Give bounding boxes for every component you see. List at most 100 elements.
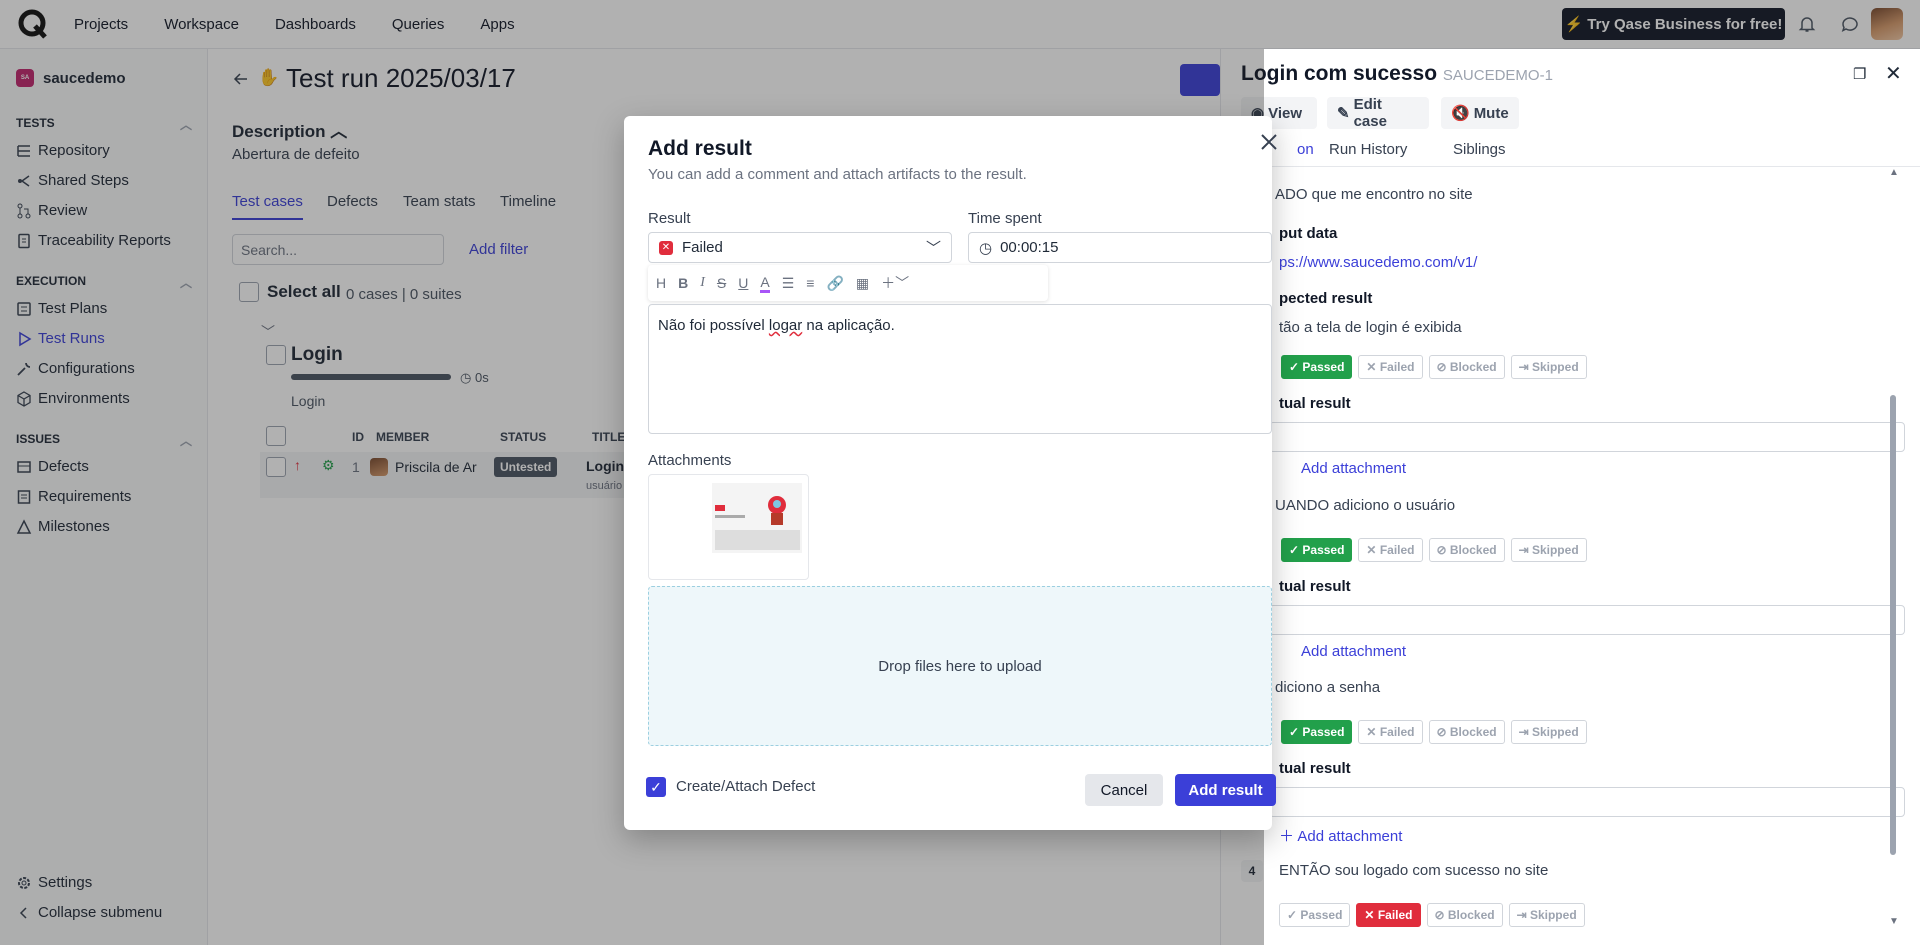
divider (1221, 166, 1920, 167)
pencil-icon: ✎ (1337, 105, 1350, 122)
scroll-up-icon[interactable]: ▲ (1889, 167, 1899, 178)
passed-button[interactable]: ✓ Passed (1279, 903, 1351, 927)
strikethrough-icon[interactable]: S (717, 275, 726, 291)
attachments-label: Attachments (648, 452, 732, 469)
modal-subtitle: You can add a comment and attach artifac… (648, 166, 1027, 183)
blocked-icon: ⊘ (1436, 725, 1450, 739)
failed-label: Failed (1379, 725, 1415, 739)
blocked-button[interactable]: ⊘ Blocked (1428, 720, 1505, 744)
step-4-status: ✓ Passed ✕ Failed ⊘ Blocked ⇥ Skipped (1279, 903, 1585, 927)
blocked-button[interactable]: ⊘ Blocked (1428, 355, 1505, 379)
skipped-button[interactable]: ⇥ Skipped (1510, 538, 1587, 562)
screenshot-preview-icon (712, 483, 802, 553)
underline-icon[interactable]: U (738, 275, 748, 291)
edit-case-button[interactable]: ✎ Edit case (1327, 96, 1429, 130)
add-attachment-link[interactable]: Add attachment (1301, 460, 1406, 477)
add-attachment-link[interactable]: ＋ Add attachment (1279, 825, 1402, 846)
attachment-thumbnail[interactable] (648, 474, 809, 580)
blocked-button[interactable]: ⊘ Blocked (1428, 538, 1505, 562)
insert-more-icon[interactable]: ＋﹀ (881, 273, 909, 293)
case-title: Login com sucesso SAUCEDEMO-1 (1241, 62, 1553, 86)
passed-button[interactable]: ✓ Passed (1281, 538, 1353, 562)
check-icon: ✓ (1287, 908, 1301, 922)
text-color-icon[interactable]: A (760, 274, 770, 293)
result-select[interactable]: ✕ Failed ﹀ (648, 232, 952, 263)
add-attachment-link[interactable]: Add attachment (1301, 643, 1406, 660)
numbered-list-icon[interactable]: ≡ (806, 275, 814, 291)
x-icon: ✕ (1364, 908, 1378, 922)
add-attachment-label: Add attachment (1297, 828, 1403, 845)
cancel-button[interactable]: Cancel (1085, 774, 1163, 806)
failed-button[interactable]: ✕ Failed (1358, 720, 1423, 744)
step-1-status: ✓ Passed ✕ Failed ⊘ Blocked ⇥ Skipped (1281, 355, 1587, 379)
skip-icon: ⇥ (1516, 908, 1530, 922)
check-icon: ✓ (650, 778, 662, 795)
view-label: View (1268, 104, 1303, 122)
close-modal-icon[interactable] (1258, 131, 1280, 153)
add-result-button[interactable]: Add result (1175, 774, 1276, 806)
create-defect-checkbox[interactable]: ✓ (646, 777, 666, 797)
time-spent-label: Time spent (968, 210, 1042, 227)
step-2-status: ✓ Passed ✕ Failed ⊘ Blocked ⇥ Skipped (1281, 538, 1587, 562)
editor-toolbar: H B I S U A ☰ ≡ 🔗 ▦ ＋﹀ (648, 265, 1048, 301)
mute-icon: 🔇 (1451, 105, 1470, 122)
blocked-label: Blocked (1449, 725, 1497, 739)
mute-button[interactable]: 🔇 Mute (1441, 97, 1519, 129)
case-title-text: Login com sucesso (1241, 62, 1438, 85)
skip-icon: ⇥ (1518, 725, 1532, 739)
passed-label: Passed (1302, 725, 1345, 739)
failed-button[interactable]: ✕ Failed (1358, 538, 1423, 562)
actual-result-input[interactable] (1269, 787, 1905, 817)
input-data-label: put data (1279, 225, 1338, 242)
blocked-button[interactable]: ⊘ Blocked (1426, 903, 1503, 927)
comment-editor[interactable]: Não foi possível logar na aplicação. (648, 304, 1272, 434)
step-3-status: ✓ Passed ✕ Failed ⊘ Blocked ⇥ Skipped (1281, 720, 1587, 744)
expected-result-label: pected result (1279, 290, 1373, 307)
skip-icon: ⇥ (1518, 360, 1532, 374)
x-icon: ✕ (1366, 543, 1380, 557)
passed-label: Passed (1300, 908, 1343, 922)
x-icon: ✕ (1366, 360, 1380, 374)
mute-label: Mute (1473, 104, 1509, 122)
actual-result-label: tual result (1279, 395, 1351, 412)
link-icon[interactable]: 🔗 (826, 275, 843, 292)
passed-button[interactable]: ✓ Passed (1281, 720, 1353, 744)
panel-scrollbar[interactable] (1890, 395, 1896, 855)
input-data-link[interactable]: ps://www.saucedemo.com/v1/ (1279, 254, 1477, 271)
skipped-button[interactable]: ⇥ Skipped (1510, 720, 1587, 744)
table-icon[interactable]: ▦ (856, 275, 869, 292)
failed-button[interactable]: ✕ Failed (1356, 903, 1421, 927)
tab-siblings[interactable]: Siblings (1453, 141, 1506, 158)
blocked-label: Blocked (1447, 908, 1495, 922)
actual-result-input[interactable] (1269, 422, 1905, 452)
skipped-button[interactable]: ⇥ Skipped (1510, 355, 1587, 379)
tab-run-history[interactable]: Run History (1329, 141, 1407, 158)
italic-icon[interactable]: I (700, 275, 705, 291)
skipped-button[interactable]: ⇥ Skipped (1508, 903, 1585, 927)
case-detail-panel: Login com sucesso SAUCEDEMO-1 ❐ ✕ ◉ View … (1220, 49, 1920, 945)
time-spent-value: 00:00:15 (1000, 239, 1059, 256)
expected-result-text: tão a tela de login é exibida (1279, 319, 1462, 336)
create-defect-label: Create/Attach Defect (676, 778, 816, 795)
heading-icon[interactable]: H (656, 275, 666, 291)
failed-x-icon: ✕ (659, 240, 673, 255)
modal-title: Add result (648, 137, 752, 160)
bullet-list-icon[interactable]: ☰ (782, 275, 795, 292)
bold-icon[interactable]: B (678, 275, 688, 291)
edit-label: Edit case (1353, 96, 1387, 130)
scroll-down-icon[interactable]: ▼ (1889, 916, 1899, 927)
tab-general[interactable]: on (1297, 141, 1314, 158)
step-1-text: ADO que me encontro no site (1275, 186, 1473, 203)
comment-misspelled-word: logar (768, 317, 803, 334)
actual-result-input[interactable] (1269, 605, 1905, 635)
window-icon[interactable]: ❐ (1853, 65, 1866, 83)
close-panel-icon[interactable]: ✕ (1885, 61, 1902, 86)
failed-button[interactable]: ✕ Failed (1358, 355, 1423, 379)
step-4-text: ENTÃO sou logado com sucesso no site (1279, 862, 1549, 879)
passed-button[interactable]: ✓ Passed (1281, 355, 1353, 379)
file-drop-zone[interactable]: Drop files here to upload (648, 586, 1272, 746)
passed-label: Passed (1302, 360, 1345, 374)
blocked-icon: ⊘ (1434, 908, 1448, 922)
time-spent-input[interactable]: ◷ 00:00:15 (968, 232, 1272, 263)
check-icon: ✓ (1289, 360, 1303, 374)
